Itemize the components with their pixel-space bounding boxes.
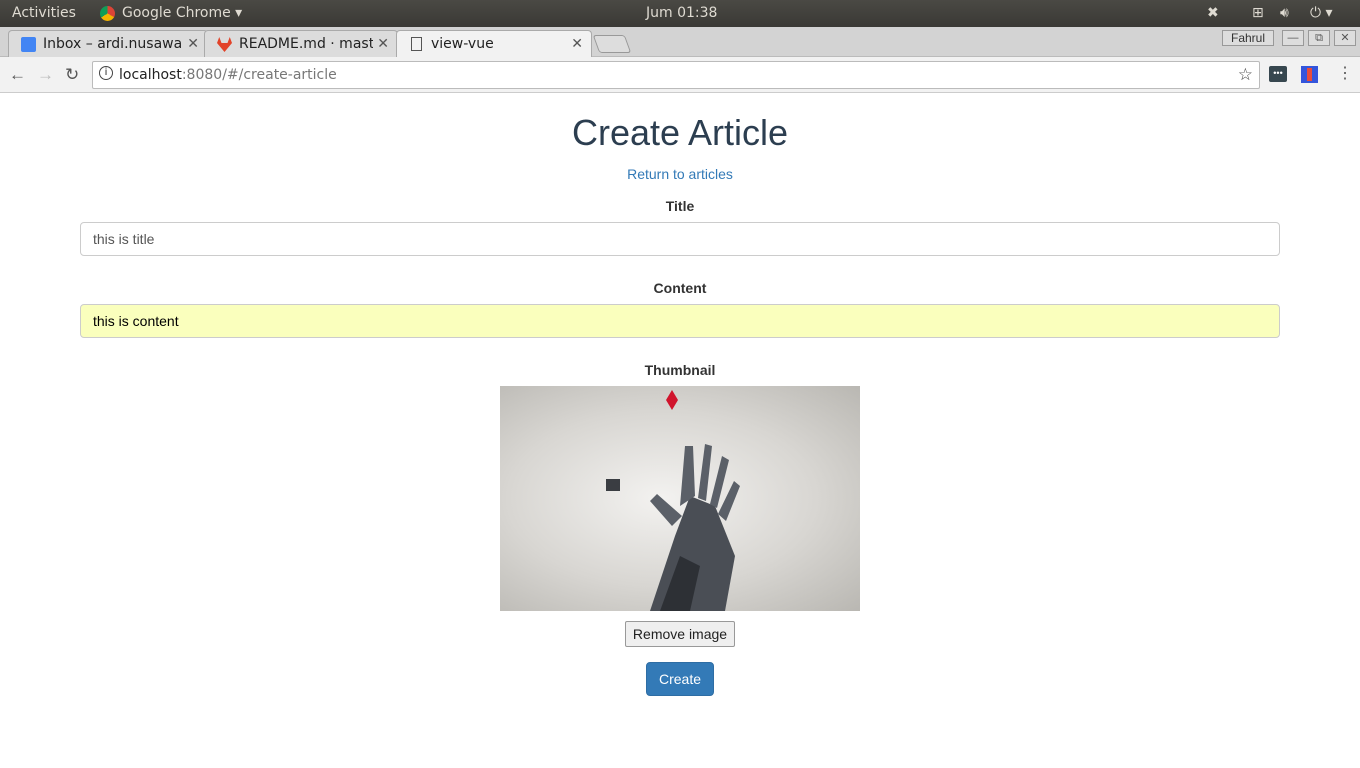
create-button[interactable]: Create <box>645 662 715 696</box>
return-to-articles-link[interactable]: Return to articles <box>627 166 733 182</box>
thumbnail-image <box>500 386 860 611</box>
volume-icon[interactable]: 🔊︎ <box>1280 5 1289 21</box>
remove-image-button[interactable]: Remove image <box>624 621 736 647</box>
tab-label: README.md · mast <box>239 36 375 52</box>
dropbox-icon[interactable]: ✖ <box>1207 5 1219 21</box>
profile-button[interactable]: Fahrul <box>1222 30 1274 46</box>
page-icon <box>411 37 422 51</box>
page-title: Create Article <box>571 112 789 153</box>
reload-icon[interactable]: ↻ <box>65 65 79 85</box>
restore-button[interactable]: ⧉ <box>1308 30 1330 46</box>
new-tab-button[interactable] <box>592 35 632 53</box>
extension-icon[interactable]: ••• <box>1269 66 1287 82</box>
close-window-button[interactable]: ✕ <box>1334 30 1356 46</box>
tab-inbox[interactable]: Inbox – ardi.nusawa ✕ <box>8 30 208 57</box>
create-article-page: Create Article Return to articles Title … <box>0 94 1360 696</box>
info-icon[interactable]: i <box>99 66 113 80</box>
close-icon[interactable]: ✕ <box>183 36 199 52</box>
network-icon[interactable]: ⊞ <box>1252 5 1264 21</box>
title-label: Title <box>665 198 695 214</box>
lighthouse-icon[interactable] <box>1301 66 1318 83</box>
title-input[interactable] <box>80 222 1280 256</box>
forward-icon[interactable]: → <box>37 65 54 85</box>
menu-icon[interactable]: ⋮ <box>1337 63 1353 83</box>
tab-label: Inbox – ardi.nusawa <box>43 36 183 52</box>
url-path: :8080/#/create-article <box>181 67 337 83</box>
clock[interactable]: Jum 01:38 <box>646 5 717 21</box>
activities-button[interactable]: Activities <box>12 5 76 21</box>
system-top-bar: Activities Google Chrome ▾ Jum 01:38 ✖ ⊞… <box>0 0 1360 27</box>
content-label: Content <box>653 280 707 296</box>
close-icon[interactable]: ✕ <box>373 36 389 52</box>
close-icon[interactable]: ✕ <box>571 36 583 52</box>
url-host: localhost <box>119 67 182 83</box>
content-input[interactable] <box>80 304 1280 338</box>
tab-view-vue[interactable]: view-vue ✕ <box>396 30 592 57</box>
thumbnail-label: Thumbnail <box>644 362 716 378</box>
back-icon[interactable]: ← <box>9 65 26 85</box>
app-menu[interactable]: Google Chrome ▾ <box>122 5 242 21</box>
gitlab-icon <box>217 37 232 52</box>
tab-readme[interactable]: README.md · mast ✕ <box>204 30 398 57</box>
tab-label: view-vue <box>431 36 494 52</box>
chrome-icon <box>100 6 115 21</box>
tab-strip: Inbox – ardi.nusawa ✕ README.md · mast ✕… <box>0 27 1360 57</box>
power-icon[interactable]: ⏻ ▾ <box>1310 5 1333 21</box>
browser-toolbar: ← → ↻ i localhost:8080/#/create-article … <box>0 57 1360 93</box>
star-icon[interactable]: ☆ <box>1238 65 1253 85</box>
address-bar[interactable]: i localhost:8080/#/create-article ☆ <box>92 61 1260 89</box>
inbox-icon <box>21 37 36 52</box>
app-name: Google Chrome <box>122 5 231 21</box>
minimize-button[interactable]: — <box>1282 30 1304 46</box>
